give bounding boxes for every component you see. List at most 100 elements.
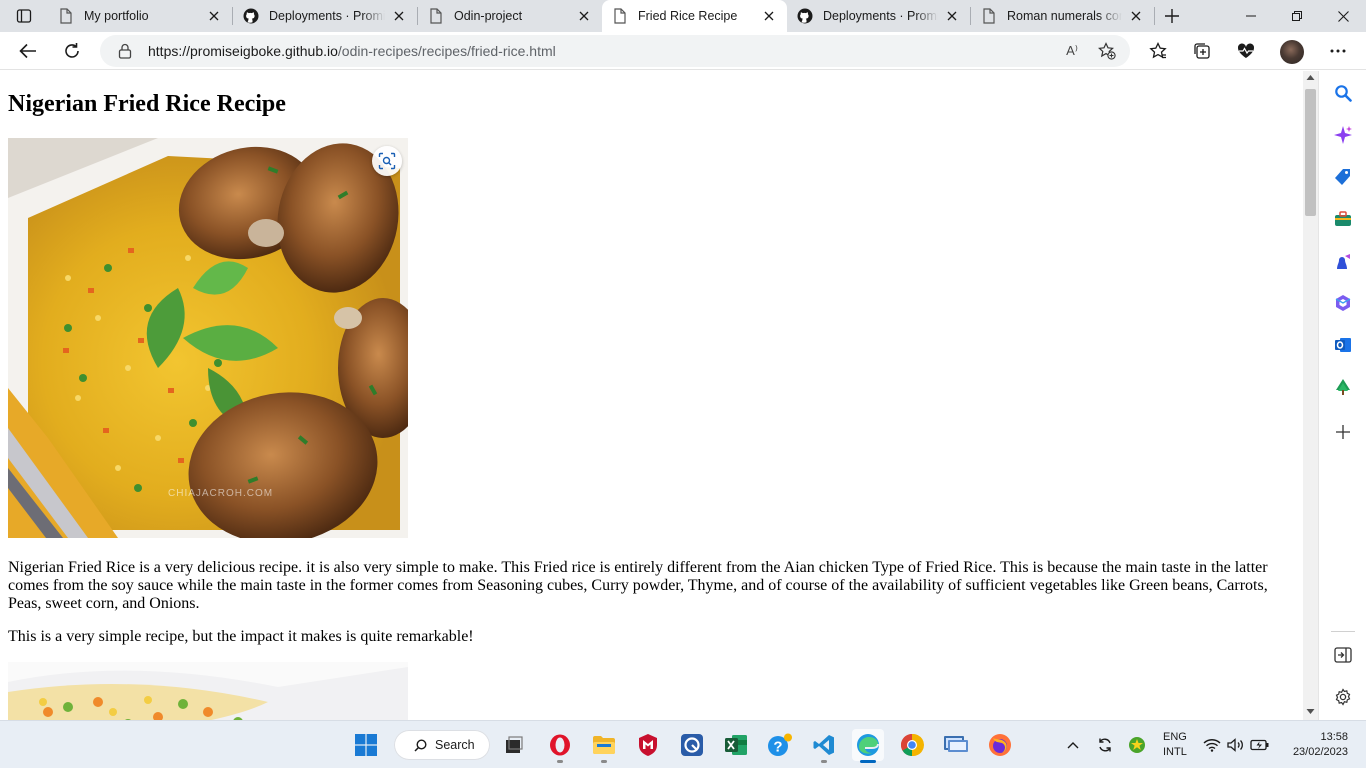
tab-my-portfolio[interactable]: My portfolio [48, 0, 232, 32]
close-icon [1337, 10, 1349, 22]
navigation-bar: https://promiseigboke.github.io/odin-rec… [0, 32, 1366, 70]
close-icon[interactable] [761, 8, 777, 24]
close-window-button[interactable] [1320, 0, 1366, 32]
remote-desktop-icon [944, 736, 968, 752]
sidebar-outlook-button[interactable] [1331, 333, 1355, 357]
close-icon[interactable] [576, 8, 592, 24]
close-icon[interactable] [944, 8, 960, 24]
profile-avatar[interactable] [1280, 40, 1304, 64]
search-icon [414, 738, 427, 752]
sidebar-drop-button[interactable] [1331, 375, 1355, 399]
new-tab-button[interactable] [1160, 4, 1184, 28]
sidebar-shopping-button[interactable] [1331, 165, 1355, 189]
edge-app[interactable] [852, 729, 884, 763]
firefox-app[interactable] [984, 729, 1016, 761]
github-icon [797, 8, 813, 24]
sidebar-games-button[interactable] [1331, 249, 1355, 273]
circle-app[interactable] [676, 729, 708, 761]
sidebar-tools-button[interactable] [1331, 207, 1355, 231]
task-view-icon [506, 736, 523, 753]
page-icon [612, 8, 628, 24]
security-tray-button[interactable] [1127, 735, 1147, 755]
speaker-icon [1227, 738, 1243, 752]
battery-tray-button[interactable] [1250, 735, 1270, 755]
tab-actions-button[interactable] [8, 4, 40, 28]
clock-time: 13:58 [1320, 731, 1348, 743]
tab-roman-numerals[interactable]: Roman numerals converter [971, 0, 1154, 32]
mcafee-app[interactable] [632, 729, 664, 761]
running-indicator [601, 760, 607, 763]
close-icon[interactable] [391, 8, 407, 24]
get-help-app[interactable]: ? [764, 729, 796, 761]
start-button[interactable] [350, 729, 382, 761]
taskbar-clock[interactable]: 13:58 23/02/2023 [1282, 730, 1348, 760]
edge-sidebar [1318, 71, 1366, 720]
url-host: https://promiseigboke.github.io [148, 43, 338, 59]
input-language-indicator[interactable]: ENG INTL [1163, 730, 1187, 760]
page-icon [428, 8, 444, 24]
address-bar[interactable]: https://promiseigboke.github.io/odin-rec… [100, 35, 1130, 67]
hide-sidebar-button[interactable] [1331, 643, 1355, 667]
file-explorer-app[interactable] [588, 729, 620, 763]
tab-deployments[interactable]: Deployments · PromiseIgboke [233, 0, 417, 32]
image-watermark: CHIAJACROH.COM [168, 488, 273, 499]
copilot-icon [1334, 126, 1352, 144]
page-viewport[interactable]: Nigerian Fried Rice Recipe CHIAJACROH.CO… [0, 71, 1303, 720]
shield-tray-icon [1129, 737, 1145, 753]
sidebar-add-button[interactable] [1331, 420, 1355, 444]
back-button[interactable] [13, 36, 43, 66]
drop-tree-icon [1336, 379, 1350, 395]
windows-taskbar: Search ? ENG INTL 13:58 23/02/2023 [0, 720, 1366, 768]
tab-title: Roman numerals converter [1007, 9, 1122, 23]
wifi-tray-button[interactable] [1202, 735, 1222, 755]
page-scrollbar[interactable] [1303, 71, 1318, 720]
tab-fried-rice-recipe[interactable]: Fried Rice Recipe [602, 0, 787, 32]
taskbar-search[interactable]: Search [394, 730, 490, 760]
restore-button[interactable] [1274, 0, 1320, 32]
read-aloud-icon[interactable]: A⁾ [1062, 41, 1082, 61]
chrome-app[interactable] [896, 729, 928, 761]
collections-icon [1194, 43, 1210, 59]
vscode-app[interactable] [808, 729, 840, 763]
tab-title: Fried Rice Recipe [638, 9, 738, 23]
add-favorite-icon[interactable] [1097, 41, 1117, 61]
summary-paragraph: This is a very simple recipe, but the im… [8, 628, 474, 645]
opera-app[interactable] [544, 729, 576, 763]
browser-essentials-button[interactable] [1232, 37, 1260, 65]
svg-text:?: ? [773, 739, 782, 756]
sidebar-copilot-button[interactable] [1331, 123, 1355, 147]
second-recipe-image[interactable] [8, 662, 408, 720]
minimize-button[interactable] [1228, 0, 1274, 32]
sidebar-settings-button[interactable] [1331, 685, 1355, 709]
tab-odin-project[interactable]: Odin-project [418, 0, 602, 32]
scroll-down-arrow-icon[interactable] [1306, 707, 1315, 716]
show-hidden-icons-button[interactable] [1063, 735, 1083, 755]
refresh-icon [65, 43, 79, 58]
volume-tray-button[interactable] [1226, 735, 1246, 755]
sidebar-search-button[interactable] [1331, 81, 1355, 105]
favorites-button[interactable] [1144, 37, 1172, 65]
url-text[interactable]: https://promiseigboke.github.io/odin-rec… [148, 43, 556, 59]
scroll-up-arrow-icon[interactable] [1306, 73, 1315, 82]
scroll-thumb[interactable] [1305, 89, 1316, 216]
collections-button[interactable] [1188, 37, 1216, 65]
app-circle-icon [681, 734, 703, 756]
tab-deployments-2[interactable]: Deployments · PromiseIgboke [787, 0, 970, 32]
settings-more-button[interactable] [1324, 37, 1352, 65]
minimize-icon [1246, 15, 1256, 17]
vscode-icon [813, 735, 834, 755]
sidebar-office-button[interactable] [1331, 291, 1355, 315]
close-icon[interactable] [1128, 8, 1144, 24]
refresh-button[interactable] [57, 36, 87, 66]
close-icon[interactable] [206, 8, 222, 24]
visual-search-button[interactable] [372, 146, 402, 176]
running-indicator [557, 760, 563, 763]
sync-tray-button[interactable] [1095, 735, 1115, 755]
excel-app[interactable] [720, 729, 752, 761]
fried-rice-image[interactable]: CHIAJACROH.COM [8, 138, 408, 538]
task-view-button[interactable] [498, 729, 530, 761]
back-arrow-icon [19, 43, 36, 59]
plus-icon [1165, 9, 1179, 23]
remote-desktop-app[interactable] [940, 729, 972, 761]
lock-icon[interactable] [118, 43, 134, 59]
